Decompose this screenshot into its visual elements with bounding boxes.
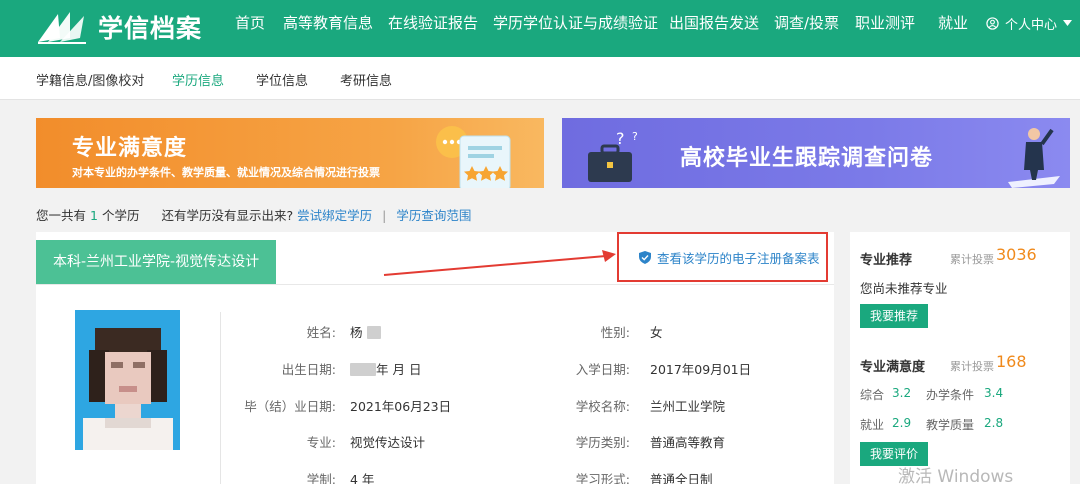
banner-left-subtitle: 对本专业的办学条件、教学质量、就业情况及综合情况进行投票 [72, 166, 380, 179]
birth-date-label: 出生日期: [281, 362, 336, 377]
enrollment-date-value: 2017年09月01日 [650, 362, 752, 377]
score-teaching-label: 教学质量 [926, 418, 975, 432]
summary-suffix: 个学历 [101, 208, 140, 223]
nav-home[interactable]: 首页 [235, 12, 265, 34]
program-length-label: 学制: [306, 472, 336, 484]
recommend-empty-text: 您尚未推荐专业 [860, 281, 948, 296]
major-value: 视觉传达设计 [350, 435, 426, 450]
name-value: 杨 [350, 322, 381, 341]
nav-career-test[interactable]: 职业测评 [855, 12, 915, 34]
subnav-degree-info[interactable]: 学位信息 [256, 70, 308, 89]
summary-prefix: 您一共有 [36, 208, 87, 223]
student-photo [75, 310, 180, 450]
user-icon [986, 16, 999, 30]
name-label: 姓名: [306, 325, 336, 340]
nav-certification[interactable]: 学历学位认证与成绩验证 [493, 12, 658, 34]
svg-text:?: ? [632, 130, 638, 143]
book-logo-icon [38, 12, 86, 44]
program-length-value: 4 年 [350, 472, 375, 484]
graduate-survey-banner[interactable]: ? ? 高校毕业生跟踪调查问卷 [562, 118, 1070, 188]
side-panel: 专业推荐 累计投票 3036 您尚未推荐专业 我要推荐 专业满意度 累计投票 1… [850, 232, 1070, 484]
enrollment-date-label: 入学日期: [575, 362, 630, 377]
score-employment-value: 2.9 [892, 416, 912, 430]
recommend-button[interactable]: 我要推荐 [860, 304, 929, 328]
query-scope-link[interactable]: 学历查询范围 [396, 208, 471, 223]
bind-degree-link[interactable]: 尝试绑定学历 [297, 208, 372, 223]
satisfaction-votes-label: 累计投票 [950, 360, 994, 373]
banner-right-title: 高校毕业生跟踪调查问卷 [680, 146, 934, 171]
gender-value: 女 [650, 325, 663, 340]
subnav-enrollment-info[interactable]: 学籍信息/图像校对 [36, 70, 144, 89]
summary-question: 还有学历没有显示出来? [161, 208, 294, 223]
degree-count: 1 [90, 208, 98, 223]
recommend-votes-count: 3036 [996, 245, 1037, 264]
subnav-degree-record-info[interactable]: 学历信息 [172, 70, 224, 89]
score-facilities-label: 办学条件 [926, 388, 975, 402]
score-facilities-value: 3.4 [984, 386, 1004, 400]
degree-record-tab[interactable]: 本科-兰州工业学院-视觉传达设计 [36, 240, 276, 284]
recommend-votes-label: 累计投票 [950, 253, 994, 266]
nav-online-report[interactable]: 在线验证报告 [388, 12, 478, 34]
score-employment-label: 就业 [860, 418, 885, 432]
study-mode-value: 普通全日制 [650, 472, 713, 484]
major-satisfaction-banner[interactable]: 专业满意度 对本专业的办学条件、教学质量、就业情况及综合情况进行投票 [36, 118, 544, 188]
education-type-value: 普通高等教育 [650, 435, 726, 450]
score-overall-value: 3.2 [892, 386, 912, 400]
logo[interactable]: 学信档案 [36, 8, 202, 46]
caret-down-icon [1063, 20, 1073, 26]
gender-label: 性别: [600, 325, 630, 340]
separator: | [382, 208, 387, 223]
nav-employment[interactable]: 就业 [938, 12, 968, 34]
registration-record-link[interactable]: 查看该学历的电子注册备案表 [617, 232, 828, 282]
education-type-label: 学历类别: [575, 435, 630, 450]
sub-nav: 学籍信息/图像校对 学历信息 学位信息 考研信息 [0, 57, 1080, 100]
businessman-icon [1008, 128, 1060, 188]
registration-record-label: 查看该学历的电子注册备案表 [657, 250, 820, 266]
top-nav: 学信档案 首页 高等教育信息 在线验证报告 学历学位认证与成绩验证 出国报告发送… [0, 0, 1080, 57]
nav-overseas-report[interactable]: 出国报告发送 [669, 12, 759, 34]
score-teaching-value: 2.8 [984, 416, 1004, 430]
degree-summary: 您一共有 1 个学历 还有学历没有显示出来? 尝试绑定学历 | 学历查询范围 [36, 205, 471, 224]
study-mode-label: 学习形式: [575, 472, 630, 484]
score-overall-label: 综合 [860, 388, 885, 402]
card-divider [36, 284, 834, 285]
briefcase-icon: ? ? [588, 129, 638, 182]
redacted-block [366, 326, 381, 339]
subnav-postgrad-exam-info[interactable]: 考研信息 [340, 70, 392, 89]
school-name-label: 学校名称: [575, 399, 630, 414]
satisfaction-votes-count: 168 [996, 352, 1027, 371]
nav-survey-vote[interactable]: 调查/投票 [774, 12, 839, 34]
user-center-menu[interactable]: 个人中心 [986, 12, 1078, 34]
photo-divider [220, 312, 221, 484]
pixelated-portrait [75, 310, 180, 450]
graduation-date-value: 2021年06月23日 [350, 399, 452, 414]
rating-card-icon [436, 126, 511, 188]
nav-higher-education[interactable]: 高等教育信息 [283, 12, 373, 34]
banner-left-title: 专业满意度 [72, 136, 188, 161]
major-label: 专业: [306, 435, 336, 450]
shield-check-icon [639, 250, 651, 264]
major-satisfaction-title: 专业满意度 [860, 360, 926, 375]
user-center-label: 个人中心 [1005, 17, 1058, 33]
major-recommend-title: 专业推荐 [860, 253, 913, 268]
school-name-value: 兰州工业学院 [650, 399, 726, 414]
birth-date-value: 年 月 日 [350, 359, 421, 378]
graduation-date-label: 毕（结）业日期: [244, 399, 336, 414]
logo-text: 学信档案 [98, 14, 203, 43]
windows-activation-watermark: 激活 Windows [898, 467, 1014, 484]
annotation-arrow [383, 250, 616, 276]
